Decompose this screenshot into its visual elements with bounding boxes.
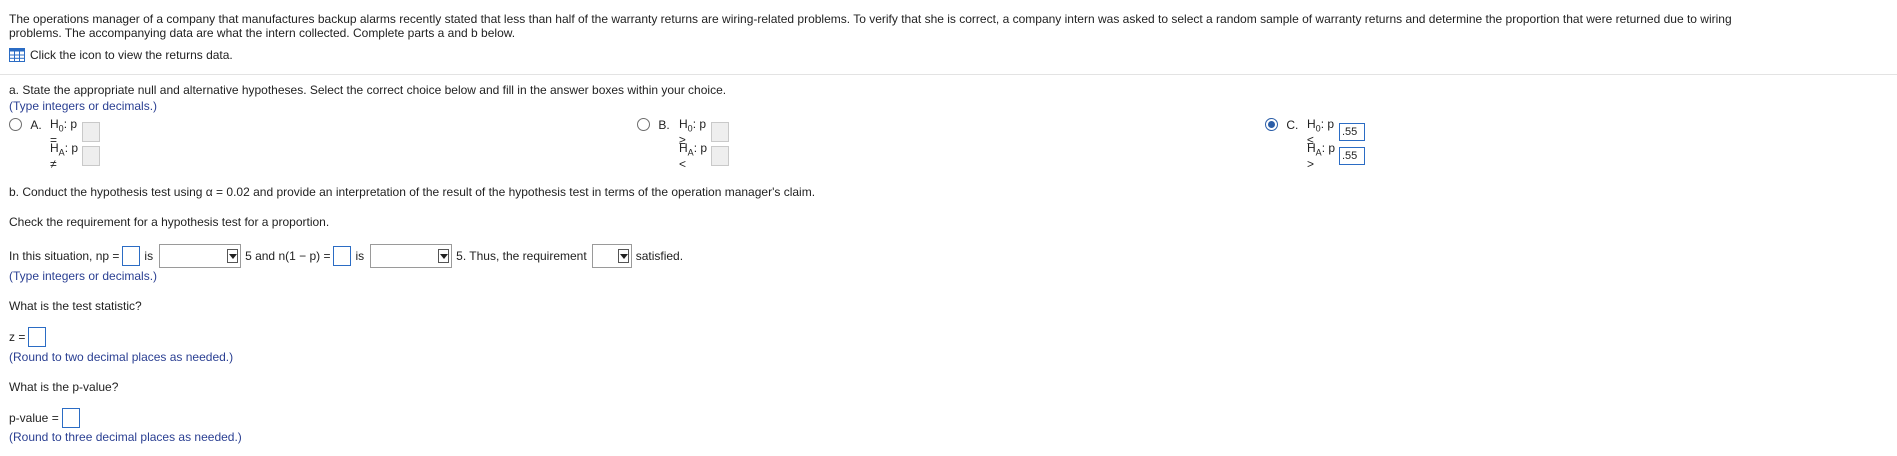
test-statistic-question: What is the test statistic?: [9, 299, 142, 313]
option-b-letter: B.: [658, 118, 670, 132]
returns-data-link[interactable]: Click the icon to view the returns data.: [9, 48, 233, 62]
option-b-radio[interactable]: [637, 118, 650, 131]
option-b-hypotheses: H0: p ≥ HA: p <: [679, 117, 729, 171]
p-value-line: p-value =: [9, 408, 80, 428]
question-intro: The operations manager of a company that…: [9, 12, 1889, 40]
option-a-radio-group[interactable]: A.: [9, 118, 42, 132]
z-input[interactable]: [28, 327, 47, 347]
part-b-prompt: b. Conduct the hypothesis test using α =…: [9, 185, 816, 199]
option-a-h0-input[interactable]: [82, 122, 100, 142]
option-a-radio[interactable]: [9, 118, 22, 131]
option-c-h0-input[interactable]: .55: [1339, 123, 1365, 141]
option-c-hypotheses: H0: p ≤ .55 HA: p > .55: [1307, 117, 1365, 171]
option-c-radio-group[interactable]: C.: [1265, 118, 1298, 132]
part-a-prompt: a. State the appropriate null and altern…: [9, 83, 727, 97]
five-and-label: 5 and n(1 − p) =: [245, 249, 331, 263]
is-label-1: is: [144, 249, 154, 263]
option-b-h0-input[interactable]: [711, 122, 729, 142]
returns-data-link-text[interactable]: Click the icon to view the returns data.: [30, 48, 233, 62]
intro-line-1: The operations manager of a company that…: [9, 12, 1732, 26]
option-a-letter: A.: [30, 118, 42, 132]
p-value-question: What is the p-value?: [9, 380, 119, 394]
p-value-hint: (Round to three decimal places as needed…: [9, 430, 242, 444]
table-grid-icon[interactable]: [9, 48, 25, 62]
is-label-2: is: [355, 249, 365, 263]
satisfied-label: satisfied.: [635, 249, 684, 263]
option-a-hypotheses: H0: p = HA: p ≠: [50, 117, 100, 171]
requirement-hint: (Type integers or decimals.): [9, 269, 158, 283]
p-value-input[interactable]: [61, 408, 80, 428]
np-input[interactable]: [122, 246, 141, 266]
z-line: z =: [9, 327, 47, 347]
chevron-down-icon: [617, 249, 629, 263]
np-label: In this situation, np =: [9, 249, 120, 263]
divider: [0, 74, 1897, 75]
part-a-hint: (Type integers or decimals.): [9, 99, 158, 113]
option-b-ha-input[interactable]: [711, 146, 729, 166]
option-c-letter: C.: [1286, 118, 1299, 132]
option-c-ha-input[interactable]: .55: [1339, 147, 1365, 165]
requirement-check-text: Check the requirement for a hypothesis t…: [9, 215, 330, 229]
intro-line-2: problems. The accompanying data are what…: [9, 26, 516, 40]
z-label: z =: [9, 330, 26, 344]
comparison-dropdown-2[interactable]: [370, 244, 453, 268]
requirement-dropdown[interactable]: [591, 244, 632, 268]
n-one-minus-p-input[interactable]: [333, 246, 352, 266]
z-hint: (Round to two decimal places as needed.): [9, 350, 234, 364]
option-a-ha-input[interactable]: [82, 146, 100, 166]
option-c-radio[interactable]: [1265, 118, 1278, 131]
requirement-line: In this situation, np = is 5 and n(1 − p…: [9, 244, 683, 268]
thus-label: 5. Thus, the requirement: [456, 249, 587, 263]
chevron-down-icon: [438, 249, 450, 263]
p-value-label: p-value =: [9, 411, 59, 425]
chevron-down-icon: [227, 249, 239, 263]
comparison-dropdown-1[interactable]: [159, 244, 242, 268]
option-b-radio-group[interactable]: B.: [637, 118, 670, 132]
